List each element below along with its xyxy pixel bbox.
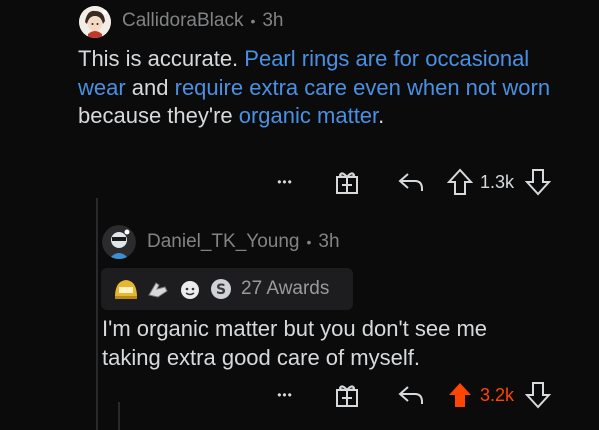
gold-helmet-award-icon — [113, 276, 139, 302]
awards-bar[interactable]: S 27 Awards — [101, 268, 353, 310]
comment-line: I'm organic matter but you don't see me — [102, 316, 488, 341]
svg-text:S: S — [216, 282, 226, 298]
silver-s-award-icon: S — [209, 277, 233, 301]
timestamp: 3h — [262, 10, 284, 31]
comment-text: . — [378, 103, 385, 128]
gift-award-icon[interactable] — [330, 165, 364, 199]
avatar[interactable] — [79, 6, 111, 38]
thread-line — [118, 402, 120, 430]
separator: • — [250, 13, 256, 29]
comment-body: This is accurate. Pearl rings are for oc… — [78, 45, 578, 131]
downvote-icon[interactable] — [522, 165, 554, 199]
comment-link[interactable]: require extra care even when not worn — [175, 75, 550, 100]
upvote-icon[interactable] — [444, 165, 476, 199]
face-award-icon — [177, 276, 203, 302]
username[interactable]: CallidoraBlack — [122, 10, 243, 32]
more-options-button[interactable]: ••• — [268, 165, 302, 199]
separator: • — [306, 234, 312, 250]
comment-actions: ••• 3.2k — [268, 378, 554, 412]
comment-text: because they're — [78, 103, 239, 128]
comment-actions: ••• 1.3k — [268, 165, 554, 199]
reply-icon[interactable] — [394, 165, 428, 199]
timestamp: 3h — [318, 231, 340, 252]
more-options-button[interactable]: ••• — [268, 378, 302, 412]
reply-icon[interactable] — [394, 378, 428, 412]
gift-award-icon[interactable] — [330, 378, 364, 412]
hand-award-icon — [145, 276, 171, 302]
comment-line: taking extra good care of myself. — [102, 344, 420, 370]
awards-count: 27 Awards — [241, 278, 330, 299]
score: 3.2k — [480, 384, 515, 405]
score: 1.3k — [480, 171, 515, 192]
comment-text: and — [125, 74, 175, 100]
username[interactable]: Daniel_TK_Young — [147, 231, 299, 253]
thread-line — [96, 198, 98, 430]
comment-link[interactable]: organic matter — [239, 103, 378, 128]
comment-body: I'm organic matter but you don't see me … — [102, 315, 582, 372]
avatar[interactable] — [102, 225, 136, 259]
comment-text: This is accurate. — [78, 46, 245, 71]
upvote-icon-active[interactable] — [444, 378, 476, 412]
downvote-icon[interactable] — [522, 378, 554, 412]
